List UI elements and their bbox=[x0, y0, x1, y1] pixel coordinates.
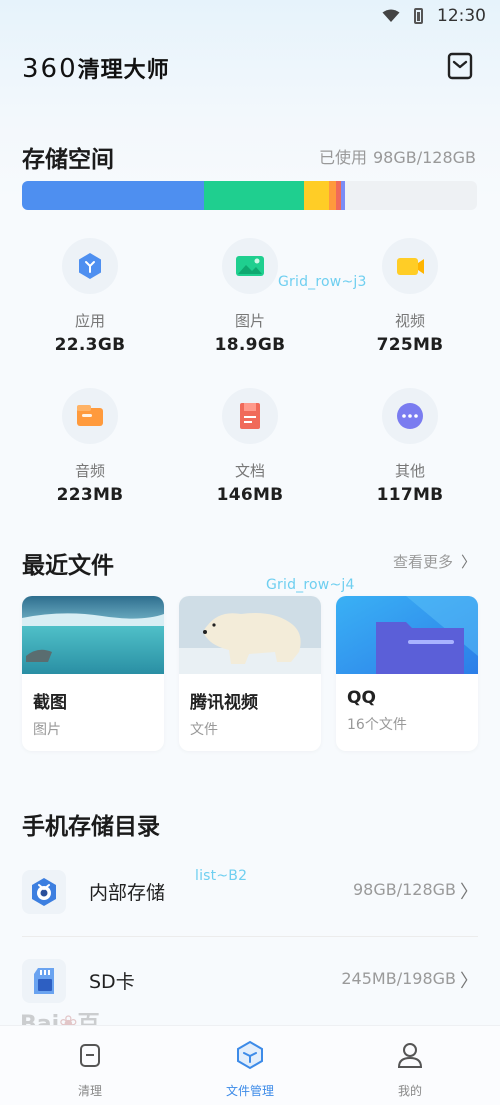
file-manager-screen: 12:30 360清理大师 存储空间 已使用 98GB/128GB 应用 22.3… bbox=[0, 0, 500, 1105]
status-bar: 12:30 bbox=[0, 0, 500, 36]
directory-item-usage: 245MB/198GB bbox=[341, 969, 456, 988]
category-audio[interactable]: 音频 223MB bbox=[15, 388, 165, 505]
app-icon-wrap bbox=[62, 238, 118, 294]
nav-tab-file-manager[interactable]: 文件管理 bbox=[190, 1040, 310, 1099]
video-icon-wrap bbox=[382, 238, 438, 294]
folder-illustration-thumbnail bbox=[336, 596, 478, 674]
profile-icon bbox=[397, 1043, 423, 1068]
document-icon bbox=[240, 403, 260, 429]
bottom-navigation: 清理 文件管理 我的 bbox=[0, 1025, 500, 1105]
nav-tab-label: 文件管理 bbox=[225, 1084, 274, 1098]
nav-tab-profile[interactable]: 我的 bbox=[350, 1040, 470, 1099]
recent-files-cards: 截图 图片 腾讯视频 文件 QQ 16个文件 bbox=[22, 596, 480, 751]
card-title: 截图 bbox=[33, 693, 67, 713]
category-value: 117MB bbox=[376, 485, 444, 505]
internal-storage-icon bbox=[32, 878, 56, 906]
audio-icon-wrap bbox=[62, 388, 118, 444]
card-title: QQ bbox=[347, 688, 376, 708]
storage-used-label: 已使用 bbox=[318, 148, 367, 167]
card-subtitle: 图片 bbox=[33, 722, 61, 738]
category-value: 725MB bbox=[376, 335, 444, 355]
category-value: 18.9GB bbox=[214, 335, 286, 355]
internal-storage-icon-wrap bbox=[22, 870, 66, 914]
app-icon bbox=[79, 253, 101, 279]
category-other[interactable]: 其他 117MB bbox=[335, 388, 485, 505]
document-icon-wrap bbox=[222, 388, 278, 444]
sd-card-icon-wrap bbox=[22, 959, 66, 1003]
recent-card-qq[interactable]: QQ 16个文件 bbox=[336, 596, 478, 751]
storage-directory-title: 手机存储目录 bbox=[22, 814, 160, 840]
wifi-icon bbox=[382, 9, 400, 22]
see-more-link[interactable]: 查看更多〉 bbox=[393, 551, 476, 572]
category-documents[interactable]: 文档 146MB bbox=[175, 388, 325, 505]
directory-item-usage: 98GB/128GB bbox=[352, 880, 456, 899]
category-value: 146MB bbox=[216, 485, 284, 505]
chevron-right-icon: 〉 bbox=[460, 882, 478, 903]
recent-card-screenshots[interactable]: 截图 图片 bbox=[22, 596, 164, 751]
category-label: 图片 bbox=[234, 312, 265, 330]
recent-card-tencent-video[interactable]: 腾讯视频 文件 bbox=[179, 596, 321, 751]
card-subtitle: 16个文件 bbox=[347, 717, 407, 733]
overlay-tag-grid-j3: Grid_row~j3 bbox=[278, 274, 367, 290]
recent-files-title: 最近文件 bbox=[22, 553, 114, 579]
category-apps[interactable]: 应用 22.3GB bbox=[15, 238, 165, 355]
mail-icon[interactable] bbox=[446, 52, 474, 80]
sea-photo-thumbnail bbox=[22, 596, 164, 674]
see-more-label: 查看更多 bbox=[392, 553, 453, 571]
polar-bear-photo-thumbnail bbox=[179, 596, 321, 674]
clean-icon bbox=[80, 1044, 100, 1067]
audio-icon bbox=[77, 405, 103, 426]
storage-segment bbox=[304, 181, 330, 210]
storage-segment bbox=[341, 181, 345, 210]
file-manager-icon bbox=[237, 1040, 263, 1070]
category-value: 223MB bbox=[56, 485, 124, 505]
nav-tab-clean[interactable]: 清理 bbox=[30, 1040, 150, 1099]
category-label: 应用 bbox=[74, 312, 105, 330]
app-title-text: 清理大师 bbox=[77, 58, 170, 83]
video-icon bbox=[397, 258, 424, 275]
sd-card-icon bbox=[34, 968, 54, 994]
directory-item-name: SD卡 bbox=[89, 971, 135, 993]
category-images[interactable]: 图片 18.9GB bbox=[175, 238, 325, 355]
overlay-tag-grid-j4: Grid_row~j4 bbox=[266, 577, 355, 593]
image-icon bbox=[236, 256, 264, 276]
category-videos[interactable]: 视频 725MB bbox=[335, 238, 485, 355]
image-icon-wrap bbox=[222, 238, 278, 294]
divider bbox=[22, 936, 478, 937]
category-label: 音频 bbox=[74, 462, 105, 480]
storage-segment bbox=[22, 181, 204, 210]
storage-segment bbox=[329, 181, 336, 210]
nav-tab-label: 清理 bbox=[77, 1084, 102, 1098]
category-label: 文档 bbox=[234, 462, 265, 480]
storage-segment bbox=[204, 181, 305, 210]
status-time: 12:30 bbox=[437, 6, 486, 26]
directory-item-name: 内部存储 bbox=[89, 882, 166, 904]
app-title-number: 360 bbox=[22, 54, 78, 84]
storage-used: 已使用 98GB/128GB bbox=[319, 144, 476, 168]
card-title: 腾讯视频 bbox=[190, 693, 258, 713]
card-subtitle: 文件 bbox=[190, 722, 218, 738]
storage-used-value: 98GB/128GB bbox=[372, 148, 476, 167]
category-label: 视频 bbox=[394, 312, 425, 330]
more-icon bbox=[397, 403, 423, 429]
chevron-right-icon: 〉 bbox=[460, 971, 478, 992]
storage-title: 存储空间 bbox=[22, 147, 114, 173]
chevron-right-icon: 〉 bbox=[460, 553, 476, 571]
nav-tab-label: 我的 bbox=[397, 1084, 422, 1098]
app-title: 360清理大师 bbox=[22, 52, 170, 84]
directory-item-internal-storage[interactable]: 内部存储 98GB/128GB 〉 bbox=[0, 866, 500, 926]
more-icon-wrap bbox=[382, 388, 438, 444]
category-value: 22.3GB bbox=[54, 335, 126, 355]
category-label: 其他 bbox=[394, 462, 425, 480]
battery-icon bbox=[414, 8, 423, 24]
storage-usage-bar bbox=[22, 181, 477, 210]
